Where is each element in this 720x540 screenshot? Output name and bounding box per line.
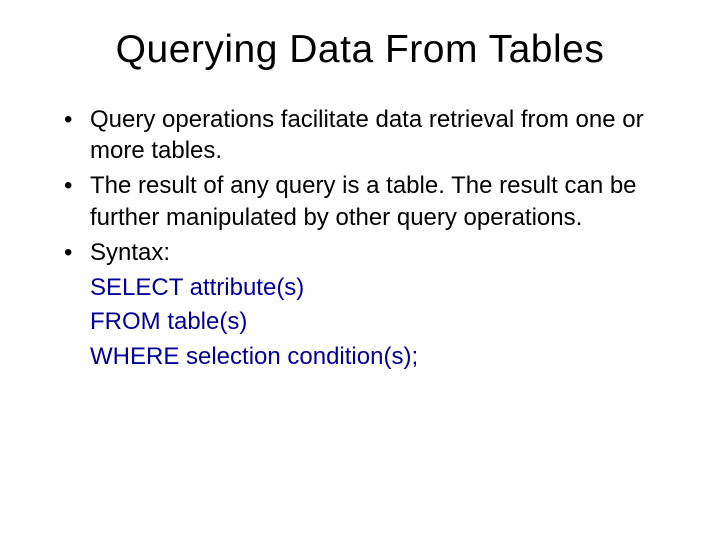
syntax-select: SELECT attribute(s) bbox=[90, 272, 680, 304]
syntax-block: SELECT attribute(s) FROM table(s) WHERE … bbox=[40, 272, 680, 373]
slide-title: Querying Data From Tables bbox=[40, 28, 680, 72]
list-item: Syntax: bbox=[70, 237, 680, 268]
syntax-from: FROM table(s) bbox=[90, 306, 680, 338]
slide-container: Querying Data From Tables Query operatio… bbox=[0, 0, 720, 540]
list-item: The result of any query is a table. The … bbox=[70, 170, 680, 232]
slide-content: Query operations facilitate data retriev… bbox=[40, 104, 680, 373]
list-item: Query operations facilitate data retriev… bbox=[70, 104, 680, 166]
bullet-list: Query operations facilitate data retriev… bbox=[40, 104, 680, 268]
syntax-where: WHERE selection condition(s); bbox=[90, 341, 680, 373]
